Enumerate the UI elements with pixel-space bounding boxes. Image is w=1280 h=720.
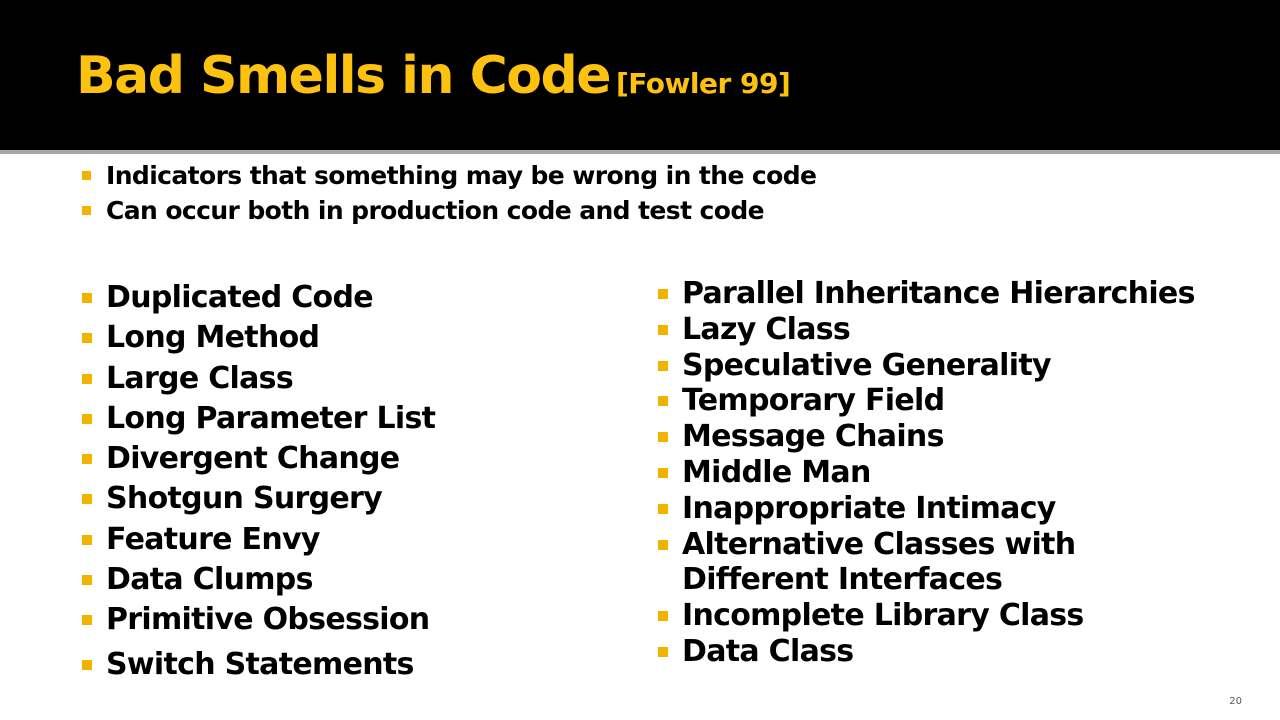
intro-item: Can occur both in production code and te…: [82, 193, 816, 228]
intro-item-text: Can occur both in production code and te…: [106, 196, 765, 225]
list-item-text: Switch Statements: [106, 646, 414, 682]
list-item: Inappropriate Intimacy: [658, 491, 1195, 527]
list-item: Duplicated Code: [82, 278, 435, 318]
list-item: Alternative Classes with Different Interf…: [658, 527, 1195, 599]
square-bullet-icon: [82, 615, 92, 626]
square-bullet-icon: [658, 467, 668, 478]
title-bar-divider: [0, 150, 1280, 154]
list-item: Feature Envy: [82, 520, 435, 560]
list-item: Data Class: [658, 634, 1195, 670]
list-item: Speculative Generality: [658, 348, 1195, 384]
slide-title: Bad Smells in Code [Fowler 99]: [76, 50, 791, 102]
list-item-text: Shotgun Surgery: [106, 481, 383, 517]
square-bullet-icon: [82, 659, 92, 670]
list-item-text: Incomplete Library Class: [682, 598, 1084, 634]
square-bullet-icon: [82, 206, 91, 215]
list-item: Lazy Class: [658, 312, 1195, 348]
square-bullet-icon: [658, 539, 668, 550]
list-item: Shotgun Surgery: [82, 479, 435, 519]
list-item-text: Long Method: [106, 320, 320, 356]
list-item-text: Data Class: [682, 633, 854, 669]
list-item: Parallel Inheritance Hierarchies: [658, 276, 1195, 312]
list-item-text: Feature Envy: [106, 521, 320, 557]
list-item: Message Chains: [658, 419, 1195, 455]
list-item: Primitive Obsession: [82, 600, 435, 640]
square-bullet-icon: [658, 611, 668, 622]
list-item-text: Temporary Field: [682, 383, 945, 419]
list-item-text: Data Clumps: [106, 562, 313, 598]
slide: Bad Smells in Code [Fowler 99] Indicators…: [0, 0, 1280, 720]
square-bullet-icon: [82, 293, 92, 303]
intro-item-text: Indicators that something may be wrong i…: [106, 161, 817, 190]
square-bullet-icon: [658, 396, 668, 407]
square-bullet-icon: [82, 534, 92, 545]
list-item-text: Alternative Classes with: [682, 526, 1076, 562]
list-item-text: Divergent Change: [106, 441, 400, 477]
square-bullet-icon: [82, 171, 91, 180]
smell-list-left: Duplicated Code Long Method Large Class …: [82, 278, 436, 685]
list-item: Long Parameter List: [82, 399, 436, 439]
square-bullet-icon: [658, 646, 668, 657]
square-bullet-icon: [658, 503, 668, 514]
page-number: 20: [1229, 696, 1242, 707]
list-item-text: Parallel Inheritance Hierarchies: [682, 276, 1195, 311]
slide-title-reference: [Fowler 99]: [615, 67, 791, 100]
list-item-text: Duplicated Code: [106, 280, 374, 315]
list-item-text: Inappropriate Intimacy: [682, 490, 1056, 526]
list-item: Large Class: [82, 359, 435, 399]
intro-list: Indicators that something may be wrong i…: [82, 158, 817, 228]
square-bullet-icon: [82, 373, 92, 384]
list-item: Incomplete Library Class: [658, 598, 1195, 634]
title-bar: Bad Smells in Code [Fowler 99]: [0, 0, 1280, 150]
list-item: Divergent Change: [82, 439, 435, 479]
list-item-text: Message Chains: [682, 419, 944, 455]
list-item-text: Long Parameter List: [106, 400, 436, 436]
square-bullet-icon: [82, 413, 92, 424]
intro-item: Indicators that something may be wrong i…: [82, 158, 817, 193]
list-item-text: Middle Man: [682, 454, 871, 490]
list-item: Temporary Field: [658, 383, 1195, 419]
list-item: Data Clumps: [82, 560, 435, 600]
square-bullet-icon: [82, 333, 92, 344]
list-item-text: Speculative Generality: [682, 347, 1052, 383]
square-bullet-icon: [82, 575, 92, 586]
square-bullet-icon: [82, 494, 92, 505]
list-item: Long Method: [82, 318, 435, 358]
smell-list-right: Parallel Inheritance Hierarchies Lazy Cl…: [658, 276, 1195, 670]
square-bullet-icon: [658, 324, 668, 335]
square-bullet-icon: [658, 289, 668, 299]
list-item-text: Lazy Class: [682, 311, 851, 347]
list-item-text-continued: Different Interfaces: [682, 562, 1003, 598]
list-item-text: Large Class: [106, 360, 294, 396]
square-bullet-icon: [658, 360, 668, 371]
list-item: Middle Man: [658, 455, 1195, 491]
slide-title-text: Bad Smells in Code: [76, 46, 611, 106]
list-item: Switch Statements: [82, 645, 435, 685]
list-item-text: Primitive Obsession: [106, 602, 430, 638]
square-bullet-icon: [658, 432, 668, 443]
square-bullet-icon: [82, 454, 92, 465]
